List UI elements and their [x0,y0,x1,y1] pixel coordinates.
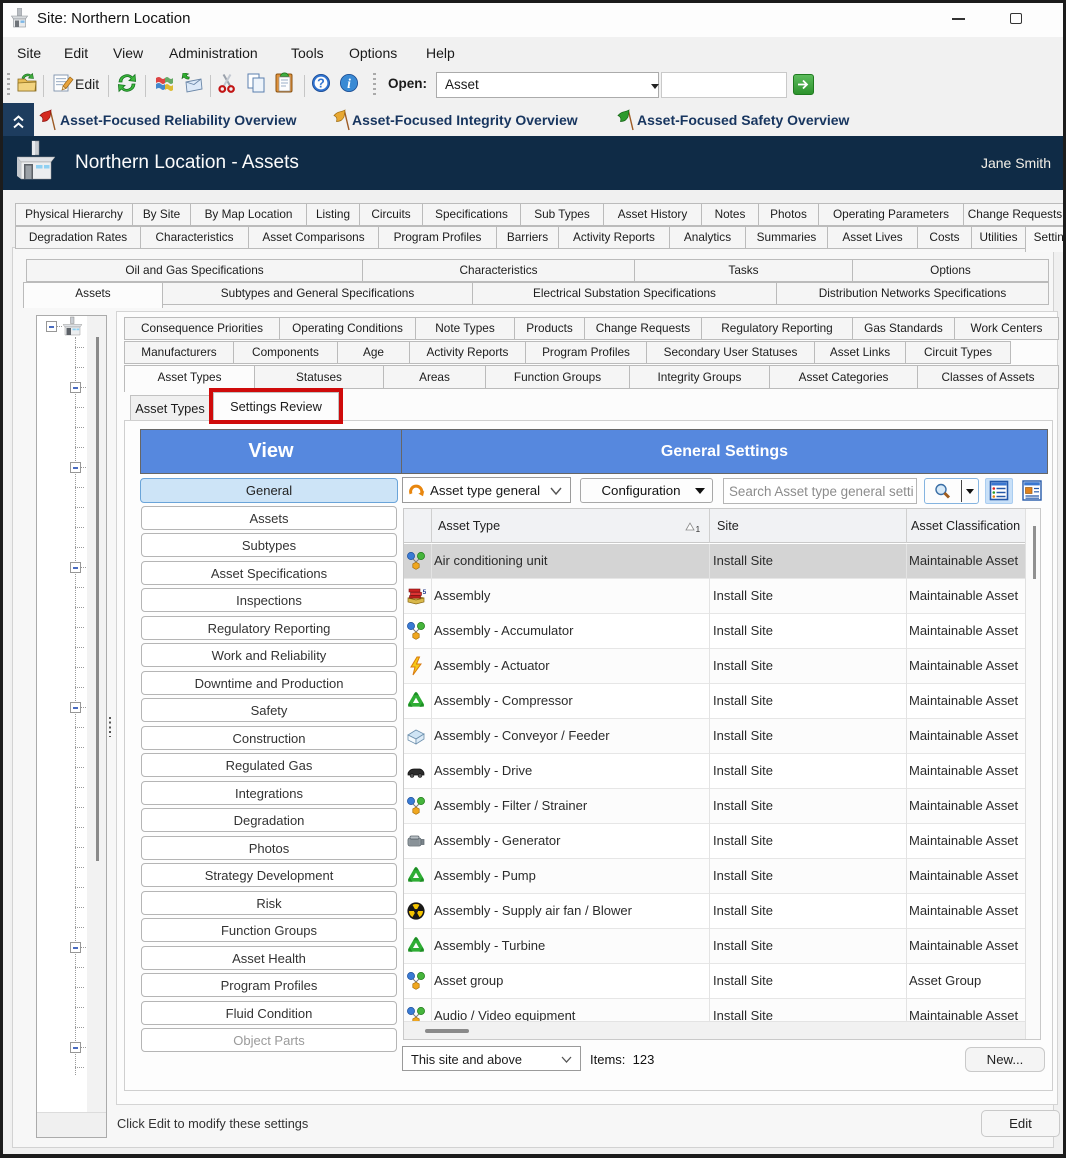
svg-text:i: i [347,76,351,91]
svg-text:1: 1 [696,524,701,533]
svg-text:5: 5 [423,589,426,596]
svg-text:?: ? [317,77,325,91]
